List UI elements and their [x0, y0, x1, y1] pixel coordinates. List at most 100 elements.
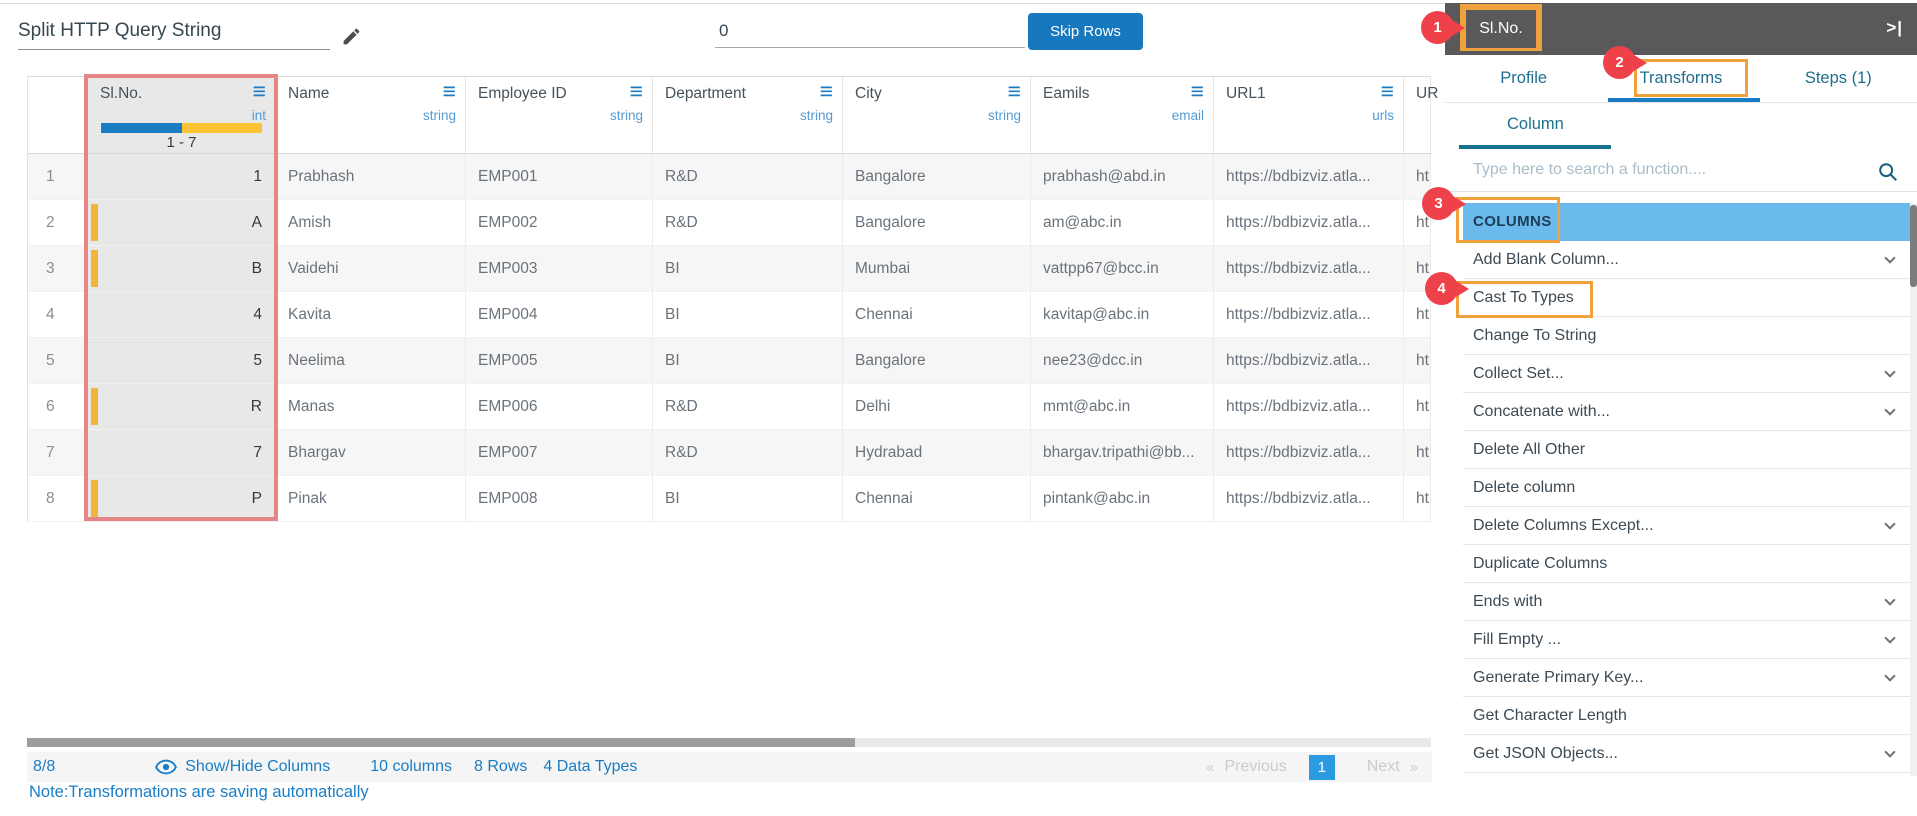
function-list-item[interactable]: Fill Empty ...	[1463, 621, 1910, 659]
function-list: Add Blank Column... Cast To Types Change…	[1463, 241, 1910, 773]
email-cell: am@abc.in	[1031, 200, 1214, 246]
url2-cell: ht	[1404, 476, 1431, 522]
function-label: Add Blank Column...	[1473, 251, 1619, 268]
column-header-department[interactable]: Department ≡ string	[653, 77, 843, 153]
table-body: 1 1 Prabhash EMP001 R&D Bangalore prabha…	[28, 154, 1431, 522]
name-cell: Neelima	[276, 338, 466, 384]
column-header-city[interactable]: City ≡ string	[843, 77, 1031, 153]
data-types-count-label: 4 Data Types	[543, 758, 638, 775]
row-number-cell: 8	[28, 476, 88, 522]
name-cell: Pinak	[276, 476, 466, 522]
employee-id-cell: EMP005	[466, 338, 653, 384]
column-header-url1[interactable]: URL1 ≡ urls	[1214, 77, 1404, 153]
eye-icon[interactable]	[155, 759, 178, 775]
horizontal-scrollbar[interactable]	[27, 738, 1431, 747]
column-menu-icon[interactable]: ≡	[253, 78, 266, 106]
collapse-panel-icon[interactable]: >|	[1886, 18, 1903, 38]
department-cell: BI	[653, 476, 843, 522]
tab-steps[interactable]: Steps (1)	[1760, 69, 1917, 88]
current-page-button[interactable]: 1	[1308, 754, 1335, 780]
column-type-label: string	[987, 108, 1021, 123]
function-list-item[interactable]: Delete column	[1463, 469, 1910, 507]
employee-id-cell: EMP003	[466, 246, 653, 292]
function-list-item[interactable]: Delete All Other	[1463, 431, 1910, 469]
skip-rows-button[interactable]: Skip Rows	[1028, 13, 1143, 50]
slno-cell: 1	[88, 154, 276, 200]
url1-cell: https://bdbizviz.atla...	[1214, 246, 1404, 292]
skip-rows-input[interactable]	[715, 14, 1025, 48]
section-header-columns[interactable]: COLUMNS	[1463, 203, 1910, 241]
column-header-slno[interactable]: Sl.No. ≡ int 1 - 7	[88, 77, 276, 153]
function-list-item[interactable]: Get JSON Objects...	[1463, 735, 1910, 773]
column-header-name[interactable]: Name ≡ string	[276, 77, 466, 153]
edit-title-pencil-icon[interactable]	[341, 26, 362, 52]
function-list-item[interactable]: Concatenate with...	[1463, 393, 1910, 431]
table-footer-bar: 8/8 Show/Hide Columns 10 columns 8 Rows …	[27, 752, 1432, 782]
function-label: Ends with	[1473, 593, 1543, 610]
column-menu-icon[interactable]: ≡	[1191, 78, 1204, 106]
name-cell: Manas	[276, 384, 466, 430]
function-list-item[interactable]: Delete Columns Except...	[1463, 507, 1910, 545]
city-cell: Delhi	[843, 384, 1031, 430]
chevron-down-icon	[1884, 518, 1896, 530]
previous-page-button[interactable]: Previous	[1225, 758, 1287, 776]
invalid-value-flag	[91, 480, 98, 517]
function-list-item[interactable]: Ends with	[1463, 583, 1910, 621]
function-label: Delete Columns Except...	[1473, 517, 1654, 534]
function-list-item[interactable]: Cast To Types	[1463, 279, 1910, 317]
column-menu-icon[interactable]: ≡	[820, 78, 833, 106]
employee-id-cell: EMP001	[466, 154, 653, 200]
column-menu-icon[interactable]: ≡	[1381, 78, 1394, 106]
column-label: Name	[288, 85, 330, 102]
last-page-arrow[interactable]: »	[1410, 759, 1418, 776]
email-cell: pintank@abc.in	[1031, 476, 1214, 522]
dataset-title-input[interactable]	[18, 12, 330, 50]
vertical-scrollbar-thumb[interactable]	[1910, 205, 1917, 287]
function-list-item[interactable]: Change To String	[1463, 317, 1910, 355]
first-page-arrow[interactable]: «	[1206, 759, 1214, 776]
column-header-rownum	[28, 77, 88, 153]
subtab-column[interactable]: Column	[1507, 115, 1564, 134]
function-label: Concatenate with...	[1473, 403, 1610, 420]
table-row: 5 5 Neelima EMP005 BI Bangalore nee23@dc…	[28, 338, 1431, 384]
autosave-note: Note:Transformations are saving automati…	[29, 783, 369, 801]
column-header-url2-clipped[interactable]: UR	[1404, 77, 1438, 153]
url2-cell: ht	[1404, 430, 1431, 476]
name-cell: Kavita	[276, 292, 466, 338]
function-list-item[interactable]: Collect Set...	[1463, 355, 1910, 393]
tab-profile[interactable]: Profile	[1445, 69, 1602, 88]
active-tab-underline	[1608, 98, 1760, 102]
function-label: Cast To Types	[1473, 289, 1574, 306]
column-header-eamils[interactable]: Eamils ≡ email	[1031, 77, 1214, 153]
table-row: 6 R Manas EMP006 R&D Delhi mmt@abc.in ht…	[28, 384, 1431, 430]
city-cell: Bangalore	[843, 338, 1031, 384]
slno-cell: 5	[88, 338, 276, 384]
row-number-cell: 2	[28, 200, 88, 246]
function-list-item[interactable]: Generate Primary Key...	[1463, 659, 1910, 697]
tab-transforms[interactable]: Transforms	[1602, 69, 1759, 88]
column-menu-icon[interactable]: ≡	[443, 78, 456, 106]
column-menu-icon[interactable]: ≡	[1008, 78, 1021, 106]
department-cell: BI	[653, 338, 843, 384]
function-list-item[interactable]: Get Character Length	[1463, 697, 1910, 735]
department-cell: R&D	[653, 384, 843, 430]
vertical-scrollbar[interactable]	[1910, 203, 1917, 776]
function-search-input[interactable]	[1473, 161, 1843, 179]
column-header-employee-id[interactable]: Employee ID ≡ string	[466, 77, 653, 153]
data-grid: Sl.No. ≡ int 1 - 7 Name ≡ string Employe…	[27, 76, 1438, 522]
column-menu-icon[interactable]: ≡	[630, 78, 643, 106]
chevron-down-icon	[1884, 366, 1896, 378]
horizontal-scrollbar-thumb[interactable]	[27, 738, 855, 747]
function-list-item[interactable]: Add Blank Column...	[1463, 241, 1910, 279]
subtab-row: Column	[1445, 103, 1917, 152]
next-page-button[interactable]: Next	[1367, 758, 1400, 776]
function-list-item[interactable]: Duplicate Columns	[1463, 545, 1910, 583]
chevron-down-icon	[1884, 594, 1896, 606]
show-hide-columns-link[interactable]: Show/Hide Columns	[185, 758, 330, 776]
employee-id-cell: EMP006	[466, 384, 653, 430]
search-icon[interactable]	[1877, 161, 1899, 188]
column-type-label: urls	[1372, 108, 1394, 123]
employee-id-cell: EMP004	[466, 292, 653, 338]
chevron-down-icon	[1884, 670, 1896, 682]
employee-id-cell: EMP007	[466, 430, 653, 476]
